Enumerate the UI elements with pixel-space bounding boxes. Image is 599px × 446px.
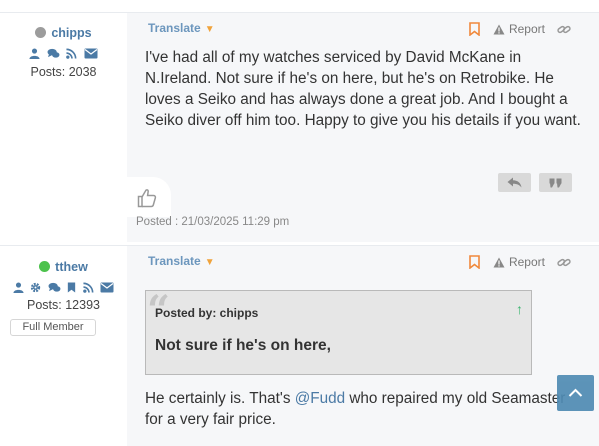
- messages-icon[interactable]: [48, 282, 61, 293]
- link-icon[interactable]: [557, 23, 571, 36]
- author-icons: [0, 279, 127, 297]
- rss-icon[interactable]: [66, 48, 77, 60]
- member-rank-badge: Full Member: [10, 319, 96, 336]
- translate-label: Translate: [148, 21, 201, 35]
- report-button[interactable]: Report: [493, 255, 545, 269]
- quote-icon: [549, 178, 562, 187]
- warning-icon: [493, 257, 505, 267]
- author-panel: chipps Posts: 2038: [0, 13, 127, 242]
- post-content: Translate ▼ Report I've had all of my wat…: [127, 13, 599, 242]
- author-username[interactable]: chipps: [51, 26, 91, 40]
- report-label: Report: [508, 255, 545, 269]
- chevron-down-icon: ▼: [204, 257, 215, 268]
- reply-icon: [507, 177, 522, 188]
- chevron-down-icon: ▼: [204, 24, 215, 35]
- author-username[interactable]: tthew: [55, 260, 88, 274]
- like-area: [127, 177, 171, 217]
- bookmark-icon[interactable]: [469, 22, 480, 36]
- user-mention-link[interactable]: @Fudd: [295, 390, 345, 407]
- email-icon[interactable]: [84, 48, 98, 59]
- post-body-text: He certainly is. That's: [145, 390, 295, 407]
- online-status-icon: [39, 261, 51, 272]
- email-icon[interactable]: [100, 282, 114, 293]
- author-post-count: Posts: 12393: [27, 298, 100, 312]
- bookmark-icon[interactable]: [469, 255, 480, 269]
- offline-status-icon: [35, 27, 47, 38]
- link-icon[interactable]: [557, 256, 571, 269]
- reply-button[interactable]: [498, 173, 531, 192]
- post-timestamp: Posted : 21/03/2025 11:29 pm: [136, 216, 290, 228]
- post-body: He certainly is. That's @Fudd who repair…: [145, 388, 581, 430]
- thumbs-up-icon[interactable]: [137, 188, 157, 208]
- post-tthew: tthew Posts: 12393 Full Member Translate…: [0, 245, 599, 446]
- author-name-row: chipps: [0, 26, 127, 40]
- scroll-to-top-button[interactable]: [557, 375, 594, 411]
- bookmark-icon[interactable]: [67, 282, 76, 293]
- chevron-up-icon: [568, 388, 583, 397]
- profile-icon[interactable]: [29, 48, 40, 60]
- post-content: Translate ▼ Report “ Posted by: chipps ↑ …: [127, 246, 599, 446]
- arrow-up-icon[interactable]: ↑: [516, 301, 523, 317]
- report-button[interactable]: Report: [493, 22, 545, 36]
- quote-text: Not sure if he's on here,: [155, 337, 331, 354]
- author-post-count: Posts: 2038: [30, 65, 97, 79]
- rss-icon[interactable]: [82, 282, 94, 294]
- warning-icon: [493, 24, 505, 34]
- author-icons: [0, 45, 127, 63]
- translate-button[interactable]: Translate ▼: [148, 254, 215, 268]
- post-chipps: chipps Posts: 2038 Translate ▼ Report I'v…: [0, 12, 599, 242]
- report-label: Report: [508, 22, 545, 36]
- quote-author: Posted by: chipps: [155, 306, 259, 320]
- post-body: I've had all of my watches serviced by D…: [145, 49, 581, 129]
- post-tools: Report: [469, 21, 571, 37]
- translate-button[interactable]: Translate ▼: [148, 21, 215, 35]
- author-name-row: tthew: [0, 260, 127, 274]
- author-panel: tthew Posts: 12393 Full Member: [0, 246, 127, 446]
- quote-button[interactable]: [539, 173, 572, 192]
- messages-icon[interactable]: [47, 48, 60, 59]
- quote-block: “ Posted by: chipps ↑ Not sure if he's o…: [145, 290, 532, 375]
- gear-icon[interactable]: [30, 282, 41, 293]
- translate-label: Translate: [148, 254, 201, 268]
- profile-icon[interactable]: [13, 282, 24, 294]
- post-tools: Report: [469, 254, 571, 270]
